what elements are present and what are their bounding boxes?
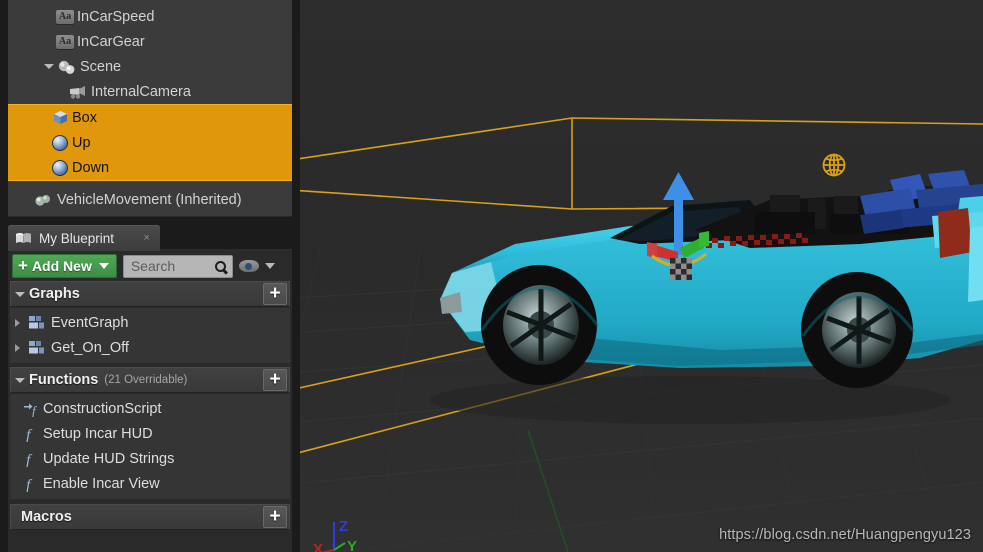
world-sphere-icon (822, 153, 846, 177)
text-variable-icon: Aa (56, 9, 74, 24)
add-new-label: Add New (31, 258, 92, 274)
tree-item-vehiclemovement[interactable]: VehicleMovement (Inherited) (8, 187, 292, 212)
section-header-graphs[interactable]: Graphs + (10, 281, 290, 307)
add-new-button[interactable]: + Add New (12, 254, 117, 278)
tree-item-label: Box (72, 109, 97, 126)
tree-item-internalcamera[interactable]: InternalCamera (8, 79, 292, 104)
tree-item-label: VehicleMovement (Inherited) (57, 191, 242, 208)
construction-script-icon: f (23, 400, 39, 418)
axis-label-y: Y (347, 538, 357, 552)
tree-item-incarspeed[interactable]: Aa InCarSpeed (8, 4, 292, 29)
tree-item-label: Down (72, 159, 110, 176)
scene-component-icon (57, 59, 77, 75)
expander-open-icon[interactable] (15, 291, 25, 297)
left-panel-column: Aa InCarSpeed Aa InCarGear Scene Interna… (0, 0, 300, 552)
unreal-blueprint-editor: Aa InCarSpeed Aa InCarGear Scene Interna… (0, 0, 983, 552)
3d-viewport[interactable]: Z Y X https://blog.csdn.net/Huangpengyu1… (300, 0, 983, 552)
list-item-label: EventGraph (51, 314, 129, 331)
graphs-list: EventGraph Get_On_Off (10, 308, 290, 363)
list-item-constructionscript[interactable]: f ConstructionScript (10, 396, 290, 421)
tree-item-label: InCarGear (77, 33, 145, 50)
tree-item-down[interactable]: Down (8, 155, 292, 180)
camera-icon (68, 85, 88, 99)
list-item-label: ConstructionScript (43, 400, 162, 417)
components-tree-panel[interactable]: Aa InCarSpeed Aa InCarGear Scene Interna… (8, 0, 292, 217)
list-item-get-on-off[interactable]: Get_On_Off (10, 335, 290, 360)
svg-text:f: f (26, 452, 33, 467)
eye-pupil (245, 262, 253, 270)
box-mesh-icon (52, 109, 69, 126)
add-function-button[interactable]: + (263, 369, 287, 391)
tree-item-box[interactable]: Box (8, 105, 292, 130)
tree-selected-group: Box Up Down (8, 104, 292, 181)
add-macro-button[interactable]: + (263, 506, 287, 528)
list-item-label: Setup Incar HUD (43, 425, 153, 442)
viewport-render (300, 0, 983, 552)
axis-label-z: Z (339, 518, 348, 535)
list-item-eventgraph[interactable]: EventGraph (10, 310, 290, 335)
functions-overridable-count: (21 Overridable) (104, 374, 188, 386)
rear-wheel (801, 272, 913, 388)
expander-closed-icon[interactable] (15, 318, 21, 327)
plus-icon: + (18, 256, 28, 275)
list-item-update-hud-strings[interactable]: f Update HUD Strings (10, 446, 290, 471)
tree-item-up[interactable]: Up (8, 130, 292, 155)
svg-text:f: f (26, 477, 33, 492)
function-icon: f (23, 425, 39, 444)
search-placeholder: Search (130, 258, 176, 274)
list-item-enable-incar-view[interactable]: f Enable Incar View (10, 471, 290, 496)
svg-text:f: f (26, 427, 33, 442)
functions-list: f ConstructionScript f Setup Incar HUD f… (10, 394, 290, 499)
panel-tabstrip: My Blueprint × (8, 225, 292, 251)
tab-label: My Blueprint (39, 230, 115, 246)
my-blueprint-toolbar: + Add New Search (8, 251, 292, 281)
visibility-eye-icon[interactable] (238, 260, 259, 272)
tree-item-label: InternalCamera (91, 83, 191, 100)
chevron-down-icon[interactable] (264, 263, 275, 269)
front-wheel (481, 265, 597, 385)
expander-open-icon[interactable] (15, 377, 25, 383)
list-item-label: Get_On_Off (51, 339, 129, 356)
function-icon: f (23, 475, 39, 494)
vehicle-movement-icon (34, 192, 54, 208)
section-title: Functions (29, 372, 99, 388)
sphere-mesh-icon (52, 159, 68, 176)
section-header-functions[interactable]: Functions (21 Overridable) + (10, 367, 290, 393)
tree-item-scene[interactable]: Scene (8, 54, 292, 79)
tail-light (938, 208, 972, 258)
axis-label-x: X (313, 541, 323, 552)
list-item-setup-incar-hud[interactable]: f Setup Incar HUD (10, 421, 290, 446)
viewport-axis-indicator: Z Y X (313, 518, 357, 552)
add-graph-button[interactable]: + (263, 283, 287, 305)
tree-item-incargear[interactable]: Aa InCarGear (8, 29, 292, 54)
my-blueprint-body: Graphs + EventGraph Get_On_Off Functions… (8, 281, 292, 552)
blueprint-book-icon (15, 231, 32, 245)
section-header-macros[interactable]: Macros + (10, 504, 290, 530)
close-icon[interactable]: × (141, 232, 152, 244)
text-variable-icon: Aa (56, 34, 74, 49)
tree-item-label: InCarSpeed (77, 8, 155, 25)
section-title: Graphs (29, 286, 80, 302)
graph-icon (29, 316, 47, 329)
graph-icon (29, 341, 47, 354)
list-item-label: Enable Incar View (43, 475, 160, 492)
search-input[interactable]: Search (122, 254, 233, 278)
my-blueprint-panel: My Blueprint × + Add New Search Graphs +… (8, 225, 292, 552)
list-item-label: Update HUD Strings (43, 450, 175, 467)
watermark-url: https://blog.csdn.net/Huangpengyu123 (719, 527, 971, 543)
expander-closed-icon[interactable] (15, 343, 21, 352)
magnifier-icon (214, 260, 226, 272)
section-title: Macros (21, 509, 72, 525)
chevron-down-icon (98, 263, 109, 269)
tree-item-label: Scene (80, 58, 122, 75)
tab-my-blueprint[interactable]: My Blueprint × (8, 225, 161, 251)
svg-text:f: f (32, 403, 38, 417)
tree-item-label: Up (72, 134, 91, 151)
expander-open-icon[interactable] (44, 64, 54, 69)
sphere-mesh-icon (52, 134, 68, 151)
function-icon: f (23, 450, 39, 469)
